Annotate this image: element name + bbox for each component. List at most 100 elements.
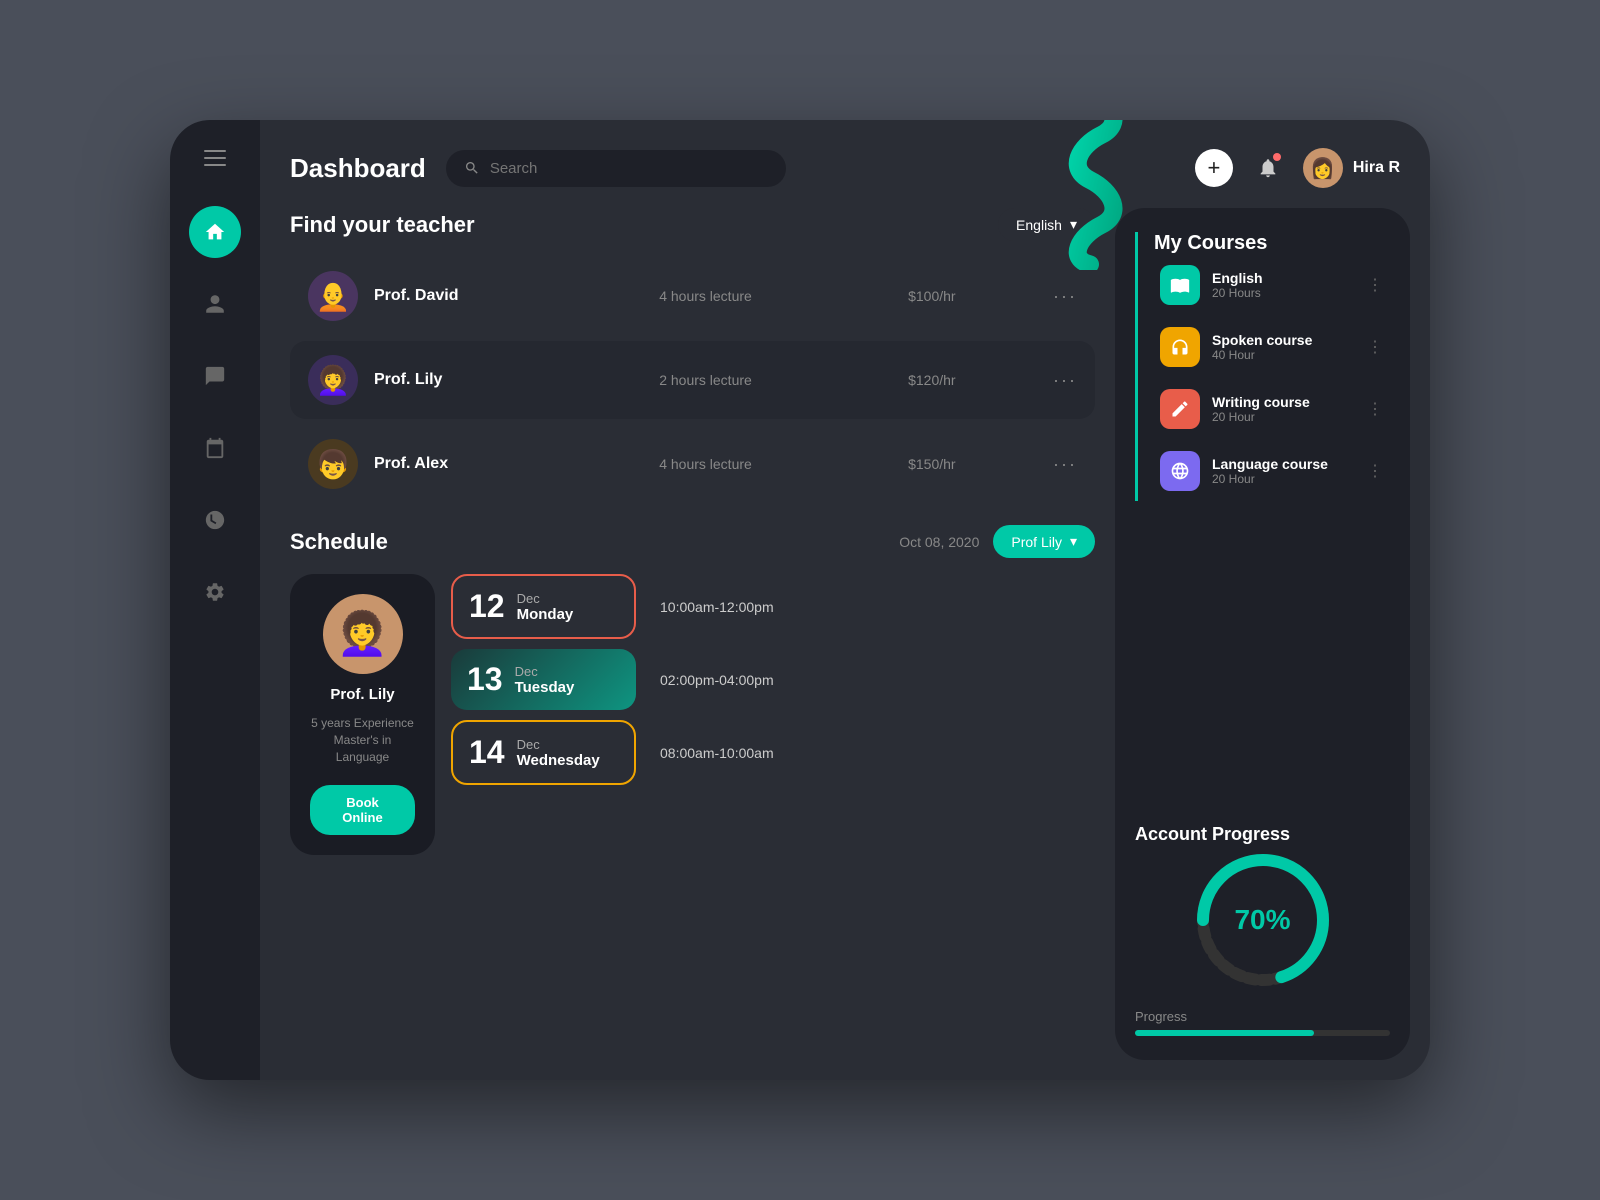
page-title: Dashboard (290, 153, 426, 184)
more-options-icon[interactable]: ⋮ (1367, 337, 1384, 357)
more-options-icon[interactable]: ··· (1053, 286, 1077, 307)
my-courses-title: My Courses (1154, 232, 1267, 254)
course-icon (1160, 451, 1200, 491)
right-panel: My Courses English 20 (1115, 208, 1410, 1060)
course-icon (1160, 389, 1200, 429)
menu-icon[interactable] (204, 150, 226, 166)
progress-bar-fill (1135, 1030, 1314, 1036)
teacher-hours: 4 hours lecture (600, 456, 810, 472)
main-content: Dashboard + 👩 (260, 120, 1430, 1080)
course-name: Language course (1212, 456, 1355, 472)
schedule-date-box: 12 Dec Monday (451, 574, 636, 639)
teacher-avatar: 👦 (308, 439, 358, 489)
teacher-rate: $150/hr (827, 456, 1037, 472)
user-info[interactable]: 👩 Hira R (1303, 148, 1400, 188)
progress-ring-container: 70% Progress (1135, 845, 1390, 1036)
more-options-icon[interactable]: ··· (1053, 454, 1077, 475)
schedule-weekday: Wednesday (517, 752, 600, 769)
content-body: Find your teacher English ▾ 🧑‍🦲 Prof. Da… (260, 208, 1430, 1080)
schedule-item[interactable]: 13 Dec Tuesday 02:00pm-04:00pm (451, 649, 1095, 710)
course-list: English 20 Hours ⋮ (1154, 255, 1390, 501)
schedule-time: 10:00am-12:00pm (660, 599, 774, 615)
course-item[interactable]: English 20 Hours ⋮ (1154, 255, 1390, 315)
chevron-down-icon: ▾ (1070, 533, 1077, 550)
schedule-header: Schedule Oct 08, 2020 Prof Lily ▾ (290, 525, 1095, 558)
teacher-avatar: 🧑‍🦲 (308, 271, 358, 321)
course-hours: 20 Hour (1212, 410, 1355, 424)
search-icon (464, 160, 480, 176)
progress-label: Progress (1135, 1009, 1390, 1024)
schedule-date-box: 13 Dec Tuesday (451, 649, 636, 710)
course-name: English (1212, 270, 1355, 286)
account-progress-title: Account Progress (1135, 824, 1290, 844)
notification-button[interactable] (1249, 149, 1287, 187)
more-options-icon[interactable]: ··· (1053, 370, 1077, 391)
schedule-item[interactable]: 12 Dec Monday 10:00am-12:00pm (451, 574, 1095, 639)
prof-card-name: Prof. Lily (330, 686, 394, 703)
teacher-hours: 4 hours lecture (600, 288, 810, 304)
schedule-section: Schedule Oct 08, 2020 Prof Lily ▾ � (290, 525, 1095, 855)
schedule-date-box: 14 Dec Wednesday (451, 720, 636, 785)
sidebar (170, 120, 260, 1080)
teacher-name: Prof. Alex (374, 455, 584, 473)
user-name: Hira R (1353, 159, 1400, 177)
course-item[interactable]: Language course 20 Hour ⋮ (1154, 441, 1390, 501)
sidebar-item-home[interactable] (189, 206, 241, 258)
teacher-name: Prof. David (374, 287, 584, 305)
course-icon (1160, 265, 1200, 305)
sidebar-item-calendar[interactable] (189, 422, 241, 474)
progress-percentage: 70% (1234, 904, 1290, 936)
teacher-row[interactable]: 👩‍🦱 Prof. Lily 2 hours lecture $120/hr ·… (290, 341, 1095, 419)
decoration-snake (1030, 120, 1150, 270)
account-progress-section: Account Progress 70% (1135, 824, 1390, 1036)
header-actions: + 👩 Hira R (1195, 148, 1400, 188)
schedule-weekday: Monday (517, 606, 574, 623)
courses-section: My Courses English 20 (1135, 232, 1390, 501)
sidebar-item-settings[interactable] (189, 566, 241, 618)
teacher-hours: 2 hours lecture (600, 372, 810, 388)
schedule-day-num: 13 (467, 661, 503, 698)
sidebar-item-clock[interactable] (189, 494, 241, 546)
search-input[interactable] (490, 160, 768, 177)
prof-card: 👩‍🦱 Prof. Lily 5 years Experience Master… (290, 574, 435, 855)
schedule-month: Dec (517, 591, 574, 606)
header: Dashboard + 👩 (260, 120, 1430, 208)
course-name: Spoken course (1212, 332, 1355, 348)
sidebar-nav (189, 206, 241, 1050)
course-item[interactable]: Spoken course 40 Hour ⋮ (1154, 317, 1390, 377)
course-icon (1160, 327, 1200, 367)
more-options-icon[interactable]: ⋮ (1367, 461, 1384, 481)
more-options-icon[interactable]: ⋮ (1367, 399, 1384, 419)
teacher-avatar: 👩‍🦱 (308, 355, 358, 405)
find-teacher-title: Find your teacher (290, 212, 475, 238)
left-panel: Find your teacher English ▾ 🧑‍🦲 Prof. Da… (290, 208, 1115, 1060)
notification-dot (1273, 153, 1281, 161)
avatar: 👩 (1303, 148, 1343, 188)
more-options-icon[interactable]: ⋮ (1367, 275, 1384, 295)
schedule-month: Dec (515, 664, 575, 679)
schedule-day-num: 12 (469, 588, 505, 625)
schedule-title: Schedule (290, 529, 388, 555)
add-button[interactable]: + (1195, 149, 1233, 187)
teacher-row[interactable]: 👦 Prof. Alex 4 hours lecture $150/hr ··· (290, 425, 1095, 503)
schedule-prof-filter[interactable]: Prof Lily ▾ (993, 525, 1095, 558)
find-teacher-header: Find your teacher English ▾ (290, 208, 1095, 241)
course-item[interactable]: Writing course 20 Hour ⋮ (1154, 379, 1390, 439)
progress-ring: 70% (1188, 845, 1338, 995)
book-online-button[interactable]: Book Online (310, 785, 415, 835)
teacher-row[interactable]: 🧑‍🦲 Prof. David 4 hours lecture $100/hr … (290, 257, 1095, 335)
teacher-rate: $120/hr (827, 372, 1037, 388)
course-hours: 20 Hour (1212, 472, 1355, 486)
schedule-item[interactable]: 14 Dec Wednesday 08:00am-10:00am (451, 720, 1095, 785)
schedule-list: 12 Dec Monday 10:00am-12:00pm (451, 574, 1095, 855)
schedule-weekday: Tuesday (515, 679, 575, 696)
schedule-day-num: 14 (469, 734, 505, 771)
schedule-month: Dec (517, 737, 600, 752)
search-bar[interactable] (446, 150, 786, 187)
teacher-list: 🧑‍🦲 Prof. David 4 hours lecture $100/hr … (290, 257, 1095, 503)
teacher-name: Prof. Lily (374, 371, 584, 389)
progress-bar-section: Progress (1135, 1009, 1390, 1036)
sidebar-item-user[interactable] (189, 278, 241, 330)
course-name: Writing course (1212, 394, 1355, 410)
sidebar-item-chat[interactable] (189, 350, 241, 402)
